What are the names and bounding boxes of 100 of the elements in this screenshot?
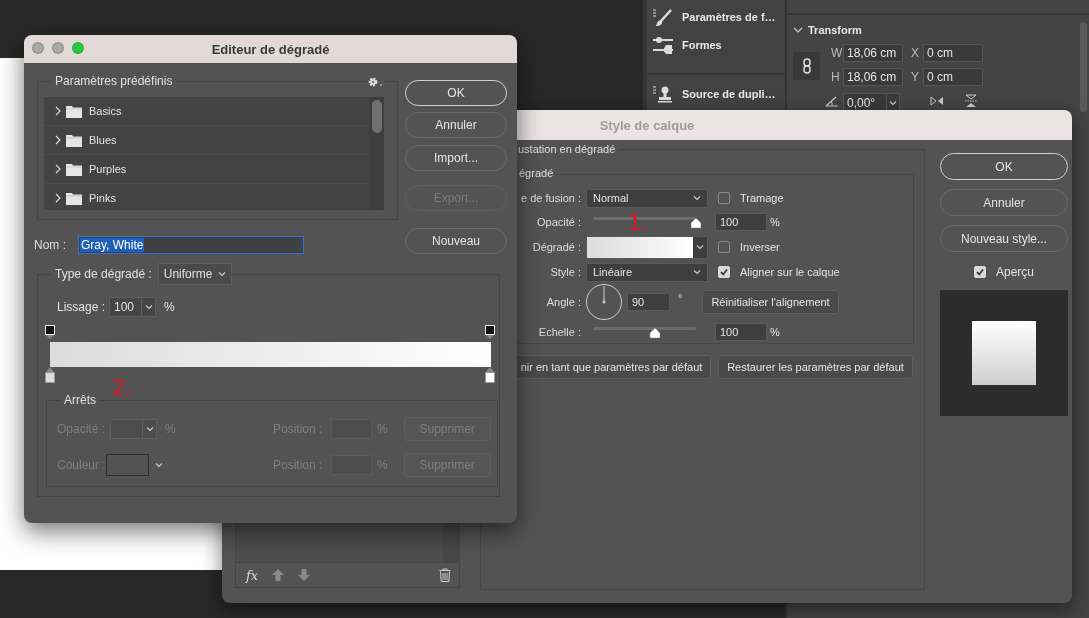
chevron-icon[interactable] [54,193,62,203]
dropdown[interactable]: Normal [586,188,708,208]
field-label: Lissage : [57,300,107,314]
dialog-button[interactable]: Annuler [940,189,1068,216]
field-label: Echelle : [537,326,581,338]
input-field[interactable]: 18,06 cm [843,68,903,86]
sliders-icon [652,35,674,55]
angle-field[interactable]: 0,00° [843,93,900,113]
folder-row[interactable]: Purples [44,155,370,184]
dropdown[interactable]: Linéaire [586,262,708,282]
window-title: Style de calque [599,117,695,133]
checkbox[interactable] [718,192,730,204]
annotation-number: 2. [112,378,133,399]
check-icon [975,267,985,277]
trash-icon[interactable] [439,568,451,582]
slider-thumb[interactable] [648,326,661,339]
folder-icon [66,133,82,147]
section-title: égradé [515,167,558,179]
link-icon [801,58,812,74]
input-field[interactable]: 100 [715,323,767,341]
checkbox-label: Aligner sur le calque [740,266,840,278]
section-title: Type de dégradé : [51,267,158,281]
checkbox[interactable] [718,241,730,253]
input-field[interactable]: 90 [627,293,670,311]
angle-icon [825,95,839,107]
checkbox-label: Inverser [740,241,780,253]
unit-label: % [165,422,176,436]
window-title: Editeur de dégradé [211,41,330,57]
caret-icon [696,244,704,250]
field-label: Opacité : [535,216,581,228]
fx-button[interactable]: fx [246,567,259,583]
default-button[interactable]: Restaurer les paramètres par défaut [718,355,913,379]
field-label: e de fusion : [520,192,581,204]
folder-row[interactable]: Blues [44,126,370,155]
input-field[interactable]: 0 cm [923,44,983,62]
dialog-button[interactable]: Nouveau style... [940,225,1068,252]
caret-icon [693,269,701,275]
reset-button[interactable]: Réinitialiser l'alignement [702,290,839,314]
folder-icon [66,104,82,118]
color-stop[interactable] [45,367,56,383]
caret-icon [144,304,153,310]
section-title: Transform [808,24,862,36]
field-label: Nom : [34,238,67,252]
color-swatch [106,454,149,476]
input-field[interactable]: 0 cm [923,68,983,86]
chevron-icon[interactable] [793,26,803,34]
folder-row[interactable]: Basics [44,97,370,126]
dialog-button[interactable]: Nouveau [405,228,507,254]
caret-icon [693,195,701,201]
combo-field[interactable]: 100 [109,297,156,317]
section-title: Arrêts [60,393,100,407]
input-field[interactable]: 18,06 cm [843,44,903,62]
check-icon [719,267,729,277]
section-title: Paramètres prédéfinis [51,74,177,88]
name-field[interactable]: Gray, White [78,236,304,254]
link-button[interactable] [793,52,820,80]
color-stop[interactable] [485,367,496,383]
field-label: Style : [549,266,581,278]
brush-icon [652,7,674,27]
dropdown[interactable]: Uniforme [157,263,232,285]
angle-dial[interactable] [585,283,623,321]
flip-horizontal-icon[interactable] [930,95,944,107]
unit-label: ° [678,292,683,304]
unit-label: % [770,216,780,228]
chevron-icon[interactable] [54,135,62,145]
scrollbar[interactable] [1080,22,1087,112]
field-label: H [831,70,841,84]
dialog-button[interactable]: Import... [405,145,507,171]
unit-label: % [377,458,388,472]
checkbox-label: Tramage [740,192,784,204]
dialog-button[interactable]: Annuler [405,112,507,138]
field-label: Y [911,70,920,84]
dialog-button[interactable]: OK [405,80,507,106]
field-label: Dégradé : [531,241,581,253]
section-title: ustation en dégradé [514,143,620,155]
preview-swatch [972,321,1036,385]
text-selection: Gray, White [80,238,145,252]
unit-label: % [770,326,780,338]
panel-item[interactable]: Paramètres de f… [647,3,785,31]
caret-icon [217,271,226,277]
scrollbar-thumb[interactable] [372,100,382,133]
slider-thumb[interactable] [690,216,702,229]
opacity-stop[interactable] [45,325,56,340]
folder-icon [66,162,82,176]
gradient-dropdown[interactable] [586,235,708,259]
flip-vertical-icon[interactable] [964,94,978,108]
annotation-number: 1. [628,213,649,234]
checkbox-label: Aperçu [996,265,1034,279]
field-label: Angle : [545,296,581,308]
chevron-icon[interactable] [54,106,62,116]
chevron-icon[interactable] [54,164,62,174]
unit-label: % [377,422,388,436]
caret-icon [155,462,163,468]
stamp-icon [652,84,674,104]
caret-icon [889,100,897,106]
panel-item[interactable]: Formes [647,31,785,59]
opacity-stop[interactable] [485,325,496,340]
input-field[interactable]: 100 [715,213,767,231]
caret-icon [145,426,154,432]
dialog-button[interactable]: OK [940,153,1068,180]
